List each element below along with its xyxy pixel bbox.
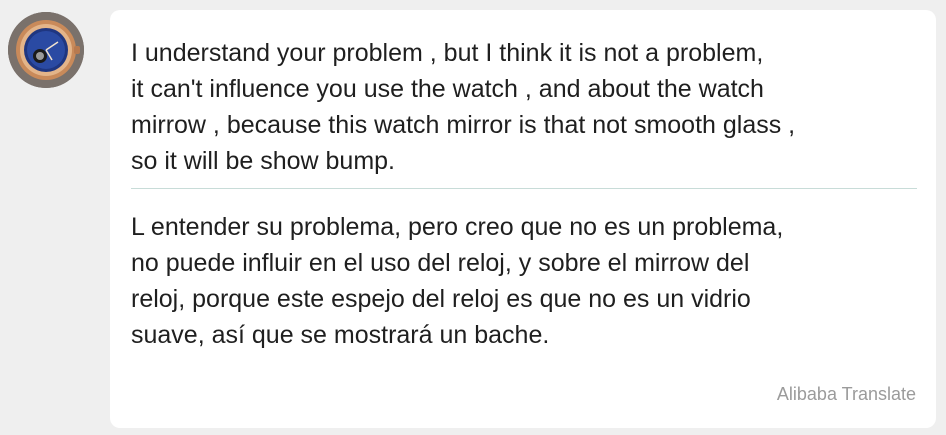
translation-divider [131,188,917,189]
message-bubble[interactable]: I understand your problem , but I think … [110,10,936,428]
watch-icon [8,12,84,88]
original-message-text: I understand your problem , but I think … [131,39,796,175]
translated-message-text: L entender su problema, pero creo que no… [131,213,784,349]
sender-avatar[interactable] [8,12,84,88]
translation-credit: Alibaba Translate [776,384,916,404]
